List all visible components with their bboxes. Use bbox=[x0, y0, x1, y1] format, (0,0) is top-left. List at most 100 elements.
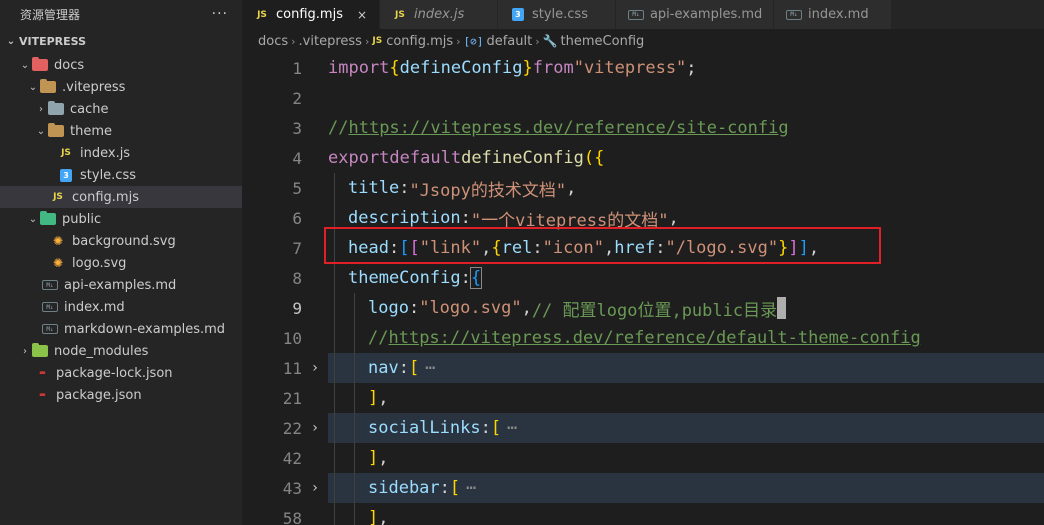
workspace-section[interactable]: ⌄ VITEPRESS bbox=[0, 28, 242, 54]
tab-index-js[interactable]: JS index.js bbox=[379, 0, 498, 29]
code-line: 7 head: [["link", { rel: "icon", href: "… bbox=[242, 233, 1044, 263]
tree-item-package-lock-json[interactable]: ▬ package-lock.json bbox=[0, 362, 242, 384]
line-number: 5 bbox=[292, 178, 302, 198]
breadcrumb-label: config.mjs bbox=[386, 33, 454, 49]
tab-label: style.css bbox=[531, 7, 588, 22]
folded-ellipsis[interactable]: ⋯ bbox=[507, 418, 517, 438]
tree-item-style-css[interactable]: 3 style.css bbox=[0, 164, 242, 186]
tree-item-label: index.js bbox=[80, 145, 131, 161]
code-line-current: 9 logo: "logo.svg", // 配置logo位置,public目录 bbox=[242, 293, 1044, 323]
line-number: 7 bbox=[292, 238, 302, 258]
chevron-right-icon: › bbox=[535, 34, 540, 48]
svg-file-icon: ✺ bbox=[52, 256, 64, 270]
js-file-icon: JS bbox=[61, 148, 71, 158]
css-file-icon: 3 bbox=[58, 167, 74, 183]
folder-public-icon bbox=[40, 211, 56, 227]
tree-item-docs[interactable]: ⌄ docs bbox=[0, 54, 242, 76]
tree-item-label: theme bbox=[70, 123, 112, 139]
svg-file-icon: ✺ bbox=[52, 234, 64, 248]
variable-icon: [⊘] bbox=[463, 34, 484, 48]
breadcrumb-vitepress[interactable]: .vitepress bbox=[299, 34, 362, 49]
tree-item-index-js[interactable]: JS index.js bbox=[0, 142, 242, 164]
chevron-down-icon: ⌄ bbox=[6, 35, 16, 47]
code-text: ], bbox=[368, 508, 389, 525]
fold-chevron-icon[interactable]: › bbox=[302, 480, 328, 496]
fold-chevron-icon[interactable]: › bbox=[302, 420, 328, 436]
comment-link[interactable]: https://vitepress.dev/reference/default-… bbox=[388, 328, 920, 348]
tree-item-node-modules[interactable]: › node_modules bbox=[0, 340, 242, 362]
tree-item-theme[interactable]: ⌄ theme bbox=[0, 120, 242, 142]
tree-item-logo-svg[interactable]: ✺ logo.svg bbox=[0, 252, 242, 274]
code-text: // https://vitepress.dev/reference/defau… bbox=[368, 328, 921, 348]
indent-guide bbox=[354, 293, 355, 525]
chevron-right-icon: › bbox=[456, 34, 461, 48]
line-number: 10 bbox=[282, 328, 302, 348]
tree-item-label: node_modules bbox=[54, 343, 149, 359]
folder-node-modules-icon bbox=[32, 343, 48, 359]
tree-item-label: cache bbox=[70, 101, 109, 117]
line-number: 8 bbox=[292, 268, 302, 288]
chevron-down-icon: ⌄ bbox=[28, 81, 38, 93]
code-line: 4 export default defineConfig({ bbox=[242, 143, 1044, 173]
tree-item-label: package.json bbox=[56, 387, 142, 403]
code-text: logo: "logo.svg", // 配置logo位置,public目录 bbox=[328, 293, 1044, 323]
code-text: import { defineConfig } from "vitepress"… bbox=[328, 58, 697, 78]
tree-item-label: index.md bbox=[64, 299, 125, 315]
tab-config-mjs[interactable]: JS config.mjs × bbox=[242, 0, 380, 29]
tab-api-examples-md[interactable]: M↓ api-examples.md bbox=[615, 0, 774, 29]
tree-item-index-md[interactable]: M↓ index.md bbox=[0, 296, 242, 318]
fold-chevron-icon[interactable]: › bbox=[302, 360, 328, 376]
tab-style-css[interactable]: 3 style.css bbox=[497, 0, 616, 29]
tree-item-public[interactable]: ⌄ public bbox=[0, 208, 242, 230]
js-file-icon: JS bbox=[257, 9, 267, 20]
tree-item-vitepress[interactable]: ⌄ .vitepress bbox=[0, 76, 242, 98]
code-editor[interactable]: 1 import { defineConfig } from "vitepres… bbox=[242, 53, 1044, 525]
code-text: title: "Jsopy的技术文档", bbox=[348, 178, 577, 201]
chevron-right-icon: › bbox=[291, 34, 296, 48]
tab-label: index.js bbox=[413, 7, 465, 22]
explorer-sidebar: 资源管理器 ··· ⌄ VITEPRESS ⌄ docs ⌄ .vitepres… bbox=[0, 0, 242, 525]
chevron-down-icon: ⌄ bbox=[20, 59, 30, 71]
folded-ellipsis[interactable]: ⋯ bbox=[425, 358, 435, 378]
code-text: ], bbox=[368, 448, 389, 468]
code-line: 58 ], bbox=[242, 503, 1044, 525]
line-number: 43 bbox=[282, 478, 302, 498]
breadcrumb-config-mjs[interactable]: JS config.mjs bbox=[372, 33, 453, 49]
breadcrumb-docs[interactable]: docs bbox=[258, 34, 288, 49]
folded-ellipsis[interactable]: ⋯ bbox=[466, 478, 476, 498]
breadcrumb: docs › .vitepress › JS config.mjs › [⊘] … bbox=[242, 29, 1044, 53]
breadcrumb-themeconfig[interactable]: 🔧 themeConfig bbox=[543, 34, 645, 49]
folder-vitepress-icon bbox=[40, 79, 56, 95]
js-file-icon: JS bbox=[395, 9, 405, 20]
breadcrumb-label: default bbox=[486, 33, 533, 49]
code-text: sidebar: [⋯ bbox=[328, 473, 1044, 503]
tree-item-background-svg[interactable]: ✺ background.svg bbox=[0, 230, 242, 252]
tree-item-cache[interactable]: › cache bbox=[0, 98, 242, 120]
tree-item-label: public bbox=[62, 211, 102, 227]
markdown-file-icon: M↓ bbox=[42, 277, 58, 293]
line-number: 6 bbox=[292, 208, 302, 228]
close-icon[interactable]: × bbox=[355, 8, 369, 22]
chevron-down-icon: ⌄ bbox=[36, 125, 46, 137]
tree-item-label: background.svg bbox=[72, 233, 176, 249]
more-actions-icon[interactable]: ··· bbox=[212, 6, 228, 22]
line-number: 3 bbox=[292, 118, 302, 138]
chevron-right-icon: › bbox=[39, 103, 43, 115]
tree-item-package-json[interactable]: ▬ package.json bbox=[0, 384, 242, 406]
breadcrumb-default[interactable]: [⊘] default bbox=[464, 34, 533, 49]
tab-index-md[interactable]: M↓ index.md bbox=[773, 0, 892, 29]
line-number: 4 bbox=[292, 148, 302, 168]
folder-docs-icon bbox=[32, 57, 48, 73]
tree-item-config-mjs[interactable]: JS config.mjs bbox=[0, 186, 242, 208]
code-line: 3 // https://vitepress.dev/reference/sit… bbox=[242, 113, 1044, 143]
line-number: 58 bbox=[282, 508, 302, 525]
markdown-file-icon: M↓ bbox=[42, 299, 58, 315]
line-number: 2 bbox=[292, 88, 302, 108]
line-number: 21 bbox=[282, 388, 302, 408]
tree-item-markdown-examples-md[interactable]: M↓ markdown-examples.md bbox=[0, 318, 242, 340]
chevron-right-icon: › bbox=[364, 34, 370, 48]
comment-link[interactable]: https://vitepress.dev/reference/site-con… bbox=[348, 118, 788, 138]
text-cursor bbox=[777, 297, 787, 319]
tree-item-api-examples-md[interactable]: M↓ api-examples.md bbox=[0, 274, 242, 296]
js-file-icon: JS bbox=[53, 192, 63, 202]
